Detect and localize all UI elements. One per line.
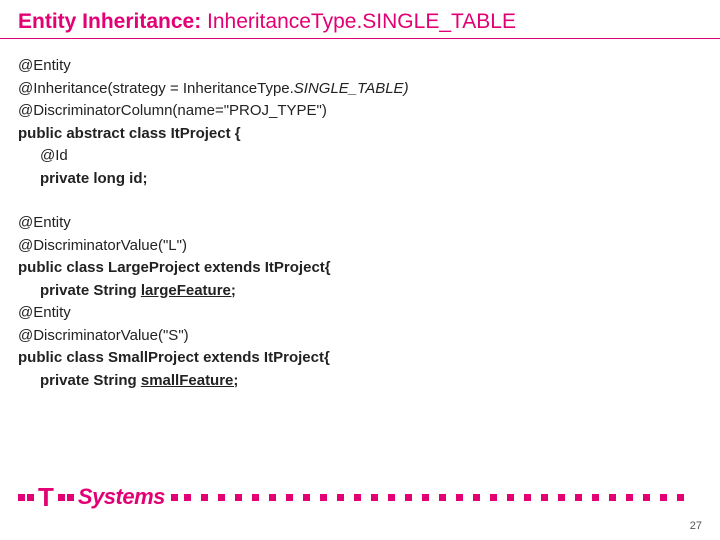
dot-icon (388, 494, 395, 501)
logo-square-icon (171, 494, 178, 501)
blank-line (18, 190, 702, 212)
dot-icon (660, 494, 667, 501)
dot-icon (201, 494, 208, 501)
dot-icon (337, 494, 344, 501)
title-prefix: Entity Inheritance: (18, 10, 207, 33)
code-line: public abstract class ItProject { (18, 123, 702, 146)
dot-icon (286, 494, 293, 501)
dot-icon (354, 494, 361, 501)
code-line: public class LargeProject extends ItProj… (18, 257, 702, 280)
code-line: @Id (18, 145, 702, 168)
code-line: private String smallFeature; (18, 370, 702, 393)
dot-icon (541, 494, 548, 501)
slide-title-bar: Entity Inheritance: InheritanceType.SING… (0, 0, 720, 39)
code-line: private String largeFeature; (18, 280, 702, 303)
code-line: @DiscriminatorColumn(name="PROJ_TYPE") (18, 100, 702, 123)
code-line: @Inheritance(strategy = InheritanceType.… (18, 78, 702, 101)
logo-t: T (36, 484, 56, 510)
dot-icon (507, 494, 514, 501)
logo-square-icon (58, 494, 65, 501)
dot-icon (558, 494, 565, 501)
dot-icon (235, 494, 242, 501)
code-line: public class SmallProject extends ItProj… (18, 347, 702, 370)
logo-square-icon (18, 494, 25, 501)
code-line: @Entity (18, 302, 702, 325)
code-line: private long id; (18, 168, 702, 191)
dot-icon (303, 494, 310, 501)
dot-icon (439, 494, 446, 501)
dot-icon (456, 494, 463, 501)
dot-icon (677, 494, 684, 501)
dot-icon (371, 494, 378, 501)
code-line: @DiscriminatorValue("L") (18, 235, 702, 258)
title-suffix: InheritanceType.SINGLE_TABLE (207, 10, 516, 33)
dot-icon (405, 494, 412, 501)
dot-icon (609, 494, 616, 501)
dot-icon (269, 494, 276, 501)
footer: T Systems (0, 484, 720, 510)
code-block: @Entity @Inheritance(strategy = Inherita… (0, 39, 720, 392)
dot-icon (626, 494, 633, 501)
dot-icon (218, 494, 225, 501)
logo-square-icon (27, 494, 34, 501)
dot-icon (320, 494, 327, 501)
dot-icon (422, 494, 429, 501)
dot-icon (592, 494, 599, 501)
dot-icon (490, 494, 497, 501)
code-line: @Entity (18, 55, 702, 78)
dot-icon (473, 494, 480, 501)
t-systems-logo: T Systems (18, 484, 178, 510)
logo-systems: Systems (76, 484, 169, 510)
dot-icon (643, 494, 650, 501)
logo-square-icon (67, 494, 74, 501)
page-number: 27 (690, 520, 702, 532)
dot-icon (252, 494, 259, 501)
dot-icon (524, 494, 531, 501)
code-line: @Entity (18, 212, 702, 235)
dot-icon (575, 494, 582, 501)
code-line: @DiscriminatorValue("S") (18, 325, 702, 348)
dot-icon (184, 494, 191, 501)
footer-dots (184, 494, 702, 501)
